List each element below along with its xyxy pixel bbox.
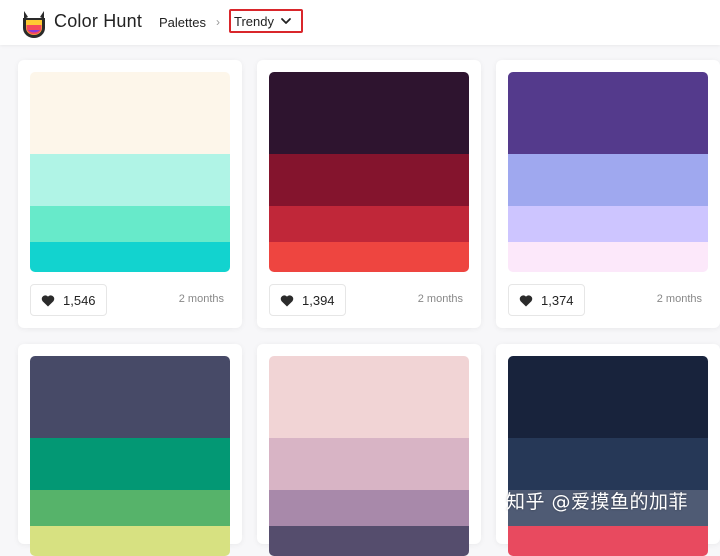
palette-swatch-stack[interactable] (269, 356, 469, 556)
palette-swatch-stack[interactable] (30, 72, 230, 272)
brand-name[interactable]: Color Hunt (54, 11, 142, 32)
color-swatch[interactable] (269, 356, 469, 438)
like-count: 1,394 (302, 292, 335, 308)
palette-card: 1,394 2 months (257, 60, 481, 328)
color-swatch[interactable] (30, 490, 230, 526)
nav-palettes-link[interactable]: Palettes (159, 15, 206, 30)
color-swatch[interactable] (508, 206, 708, 242)
color-swatch[interactable] (30, 206, 230, 242)
palette-card (496, 344, 720, 556)
color-swatch[interactable] (30, 242, 230, 272)
palette-card (18, 344, 242, 556)
like-count: 1,374 (541, 292, 574, 308)
like-button[interactable]: 1,546 (30, 284, 107, 316)
heart-icon (41, 294, 55, 306)
color-swatch[interactable] (30, 72, 230, 154)
color-swatch[interactable] (269, 242, 469, 272)
color-swatch[interactable] (508, 242, 708, 272)
top-header: Color Hunt Palettes › Trendy (0, 0, 720, 45)
color-swatch[interactable] (508, 154, 708, 206)
palette-swatch-stack[interactable] (508, 356, 708, 556)
color-hunt-logo-icon[interactable] (20, 8, 48, 38)
color-swatch[interactable] (269, 206, 469, 242)
like-button[interactable]: 1,374 (508, 284, 585, 316)
chevron-down-icon (281, 18, 291, 24)
palette-card: 1,374 2 months (496, 60, 720, 328)
color-swatch[interactable] (508, 356, 708, 438)
color-swatch[interactable] (269, 154, 469, 206)
palette-age: 2 months (656, 293, 702, 305)
color-swatch[interactable] (508, 72, 708, 154)
color-swatch[interactable] (269, 490, 469, 526)
palette-card (257, 344, 481, 556)
breadcrumb-separator: › (216, 15, 220, 29)
color-swatch[interactable] (30, 154, 230, 206)
palette-age: 2 months (178, 293, 224, 305)
palette-swatch-stack[interactable] (30, 356, 230, 556)
palette-swatch-stack[interactable] (269, 72, 469, 272)
palette-swatch-stack[interactable] (508, 72, 708, 272)
color-swatch[interactable] (269, 72, 469, 154)
like-button[interactable]: 1,394 (269, 284, 346, 316)
color-swatch[interactable] (30, 356, 230, 438)
color-swatch[interactable] (508, 438, 708, 490)
heart-icon (519, 294, 533, 306)
palette-card: 1,546 2 months (18, 60, 242, 328)
palette-age: 2 months (417, 293, 463, 305)
zhihu-watermark: 知乎 @爱摸鱼的加菲 (506, 491, 689, 513)
color-swatch[interactable] (269, 438, 469, 490)
color-swatch[interactable] (30, 438, 230, 490)
heart-icon (280, 294, 294, 306)
like-count: 1,546 (63, 292, 96, 308)
trendy-dropdown[interactable]: Trendy (229, 9, 303, 33)
trendy-dropdown-label: Trendy (234, 13, 274, 29)
